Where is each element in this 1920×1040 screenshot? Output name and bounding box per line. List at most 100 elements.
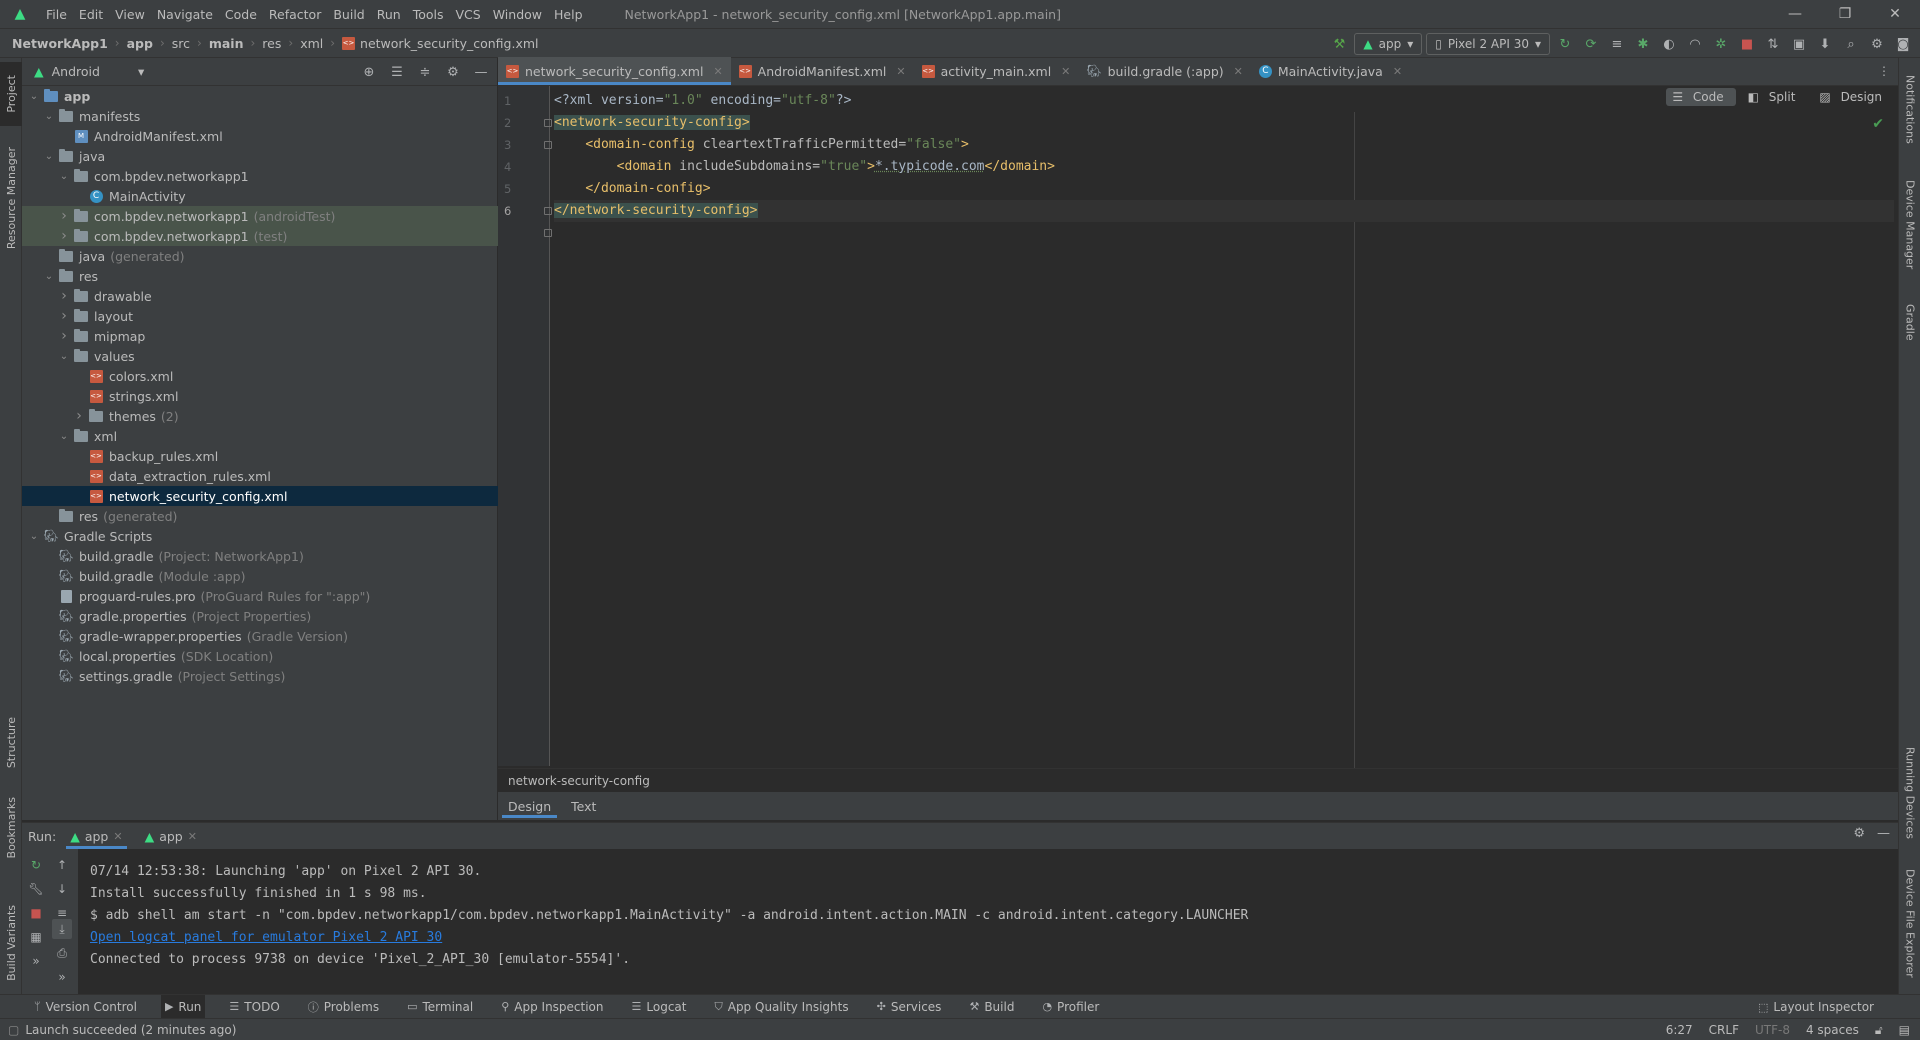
menu-code[interactable]: Code [219,7,263,22]
close-icon[interactable]: ✕ [1393,65,1402,78]
chevron-down-icon[interactable]: ⌄ [41,151,57,162]
editor-tab[interactable]: C MainActivity.java ✕ [1251,57,1410,85]
chevron-right-icon[interactable]: › [56,228,72,244]
chevron-down-icon[interactable]: ⌄ [41,111,57,122]
caret-position[interactable]: 6:27 [1666,1023,1693,1037]
close-icon[interactable]: ✕ [1061,65,1070,78]
tree-item[interactable]: ⌄ res [22,266,498,286]
tree-item[interactable]: 🐘︎ settings.gradle (Project Settings) [22,666,498,686]
more-tabs-icon[interactable]: ⋮ [1878,64,1890,78]
chevron-down-icon[interactable]: ⌄ [26,531,42,542]
account-icon[interactable]: ◙ [1892,33,1914,55]
menu-window[interactable]: Window [487,7,548,22]
sync-gradle-icon[interactable]: ⇅ [1762,33,1784,55]
scroll-to-end-icon[interactable]: ⤓ [52,919,72,939]
breadcrumb-src[interactable]: src [172,36,190,51]
xml-breadcrumb-item[interactable]: network-security-config [508,774,650,788]
scroll-down-icon[interactable]: ↓ [52,879,72,899]
device-select[interactable]: ▯ Pixel 2 API 30 ▾ [1426,33,1550,55]
chevron-right-icon[interactable]: › [56,208,72,224]
print-icon[interactable]: ⎙ [52,943,72,963]
breadcrumb-file[interactable]: <> network_security_config.xml [342,36,539,51]
tree-item[interactable]: 🐘︎ local.properties (SDK Location) [22,646,498,666]
editor-tab[interactable]: 🐘︎ build.gradle (:app) ✕ [1078,57,1250,85]
build-variants-tool-tab[interactable]: Build Variants [0,893,22,993]
menu-refactor[interactable]: Refactor [263,7,327,22]
terminal-tool[interactable]: ▭ Terminal [403,995,477,1019]
menu-vcs[interactable]: VCS [450,7,487,22]
tab-design[interactable]: Design [498,792,561,820]
close-icon[interactable]: ✕ [1234,65,1243,78]
breadcrumb-res[interactable]: res [262,36,281,51]
gear-icon[interactable]: ⚙ [1866,33,1888,55]
run-tab[interactable]: ▲ app ✕ [145,823,197,849]
tree-item[interactable]: ⌄ xml [22,426,498,446]
chevron-down-icon[interactable]: ⌄ [56,351,72,362]
chevron-right-icon[interactable]: › [71,408,87,424]
todo-tool[interactable]: ☰ TODO [225,995,283,1019]
project-view-select[interactable]: ▲ Android ▾ [34,64,144,79]
layout-inspector-tool[interactable]: ⬚ Layout Inspector [1754,995,1878,1019]
menu-help[interactable]: Help [548,7,589,22]
tree-item[interactable]: <> backup_rules.xml [22,446,498,466]
close-icon[interactable]: ✕ [713,65,722,78]
pin-icon[interactable]: » [26,951,46,971]
app-quality-insights-tool[interactable]: ⛉ App Quality Insights [710,995,852,1019]
close-icon[interactable]: ✕ [188,830,197,843]
tree-item[interactable]: 🐘︎ gradle-wrapper.properties (Gradle Versi… [22,626,498,646]
tree-item[interactable]: java (generated) [22,246,498,266]
more-icon[interactable]: » [52,967,72,987]
problems-tool[interactable]: ⓘ Problems [304,995,383,1019]
menu-edit[interactable]: Edit [73,7,109,22]
open-logcat-link[interactable]: Open logcat panel for emulator Pixel 2 A… [90,930,442,945]
status-message[interactable]: Launch succeeded (2 minutes ago) [25,1023,236,1037]
apply-code-changes-icon[interactable]: ≡ [1606,33,1628,55]
tree-item[interactable]: › com.bpdev.networkapp1 (test) [22,226,498,246]
profiler-tool[interactable]: ◔ Profiler [1038,995,1103,1019]
tree-item[interactable]: › themes (2) [22,406,498,426]
console-scrollbar[interactable] [1888,849,1898,995]
chevron-down-icon[interactable]: ⌄ [56,431,72,442]
chevron-down-icon[interactable]: ⌄ [56,171,72,182]
restore-window-icon[interactable]: ❐ [1820,0,1870,28]
stop-icon[interactable]: ■ [1736,33,1758,55]
run-tab[interactable]: ▲ app ✕ [66,823,127,849]
tree-item[interactable]: › drawable [22,286,498,306]
editor-tab[interactable]: <> network_security_config.xml ✕ [498,57,731,85]
debug-icon[interactable]: ✱ [1632,33,1654,55]
tree-item[interactable]: 🐘︎ build.gradle (Module :app) [22,566,498,586]
app-inspection-tool[interactable]: ⚲ App Inspection [497,995,607,1019]
breadcrumb-xml[interactable]: xml [300,36,323,51]
tree-item[interactable]: › mipmap [22,326,498,346]
fold-marker-icon[interactable] [544,141,552,149]
menu-file[interactable]: File [40,7,73,22]
tree-item[interactable]: <> data_extraction_rules.xml [22,466,498,486]
project-tool-tab[interactable]: Project [0,62,22,126]
gear-icon[interactable]: ⚙ [443,62,463,82]
notifications-tool-tab[interactable]: Notifications [1899,64,1920,154]
scroll-up-icon[interactable]: ↑ [52,855,72,875]
logcat-tool[interactable]: ☰ Logcat [628,995,691,1019]
resource-manager-tool-tab[interactable]: Resource Manager [0,138,22,258]
chevron-down-icon[interactable]: ⌄ [26,91,42,102]
search-icon[interactable]: ⌕ [1840,33,1862,55]
fold-marker-icon[interactable] [544,207,552,215]
tree-item[interactable]: ⌄ 🐘︎ Gradle Scripts [22,526,498,546]
coverage-icon[interactable]: ◐ [1658,33,1680,55]
file-encoding[interactable]: UTF-8 [1755,1023,1790,1037]
device-manager-tool-tab[interactable]: Device Manager [1899,170,1920,280]
editor-tab[interactable]: <> activity_main.xml ✕ [914,57,1079,85]
version-control-tool[interactable]: ᛘ Version Control [30,995,141,1019]
menu-run[interactable]: Run [371,7,407,22]
tree-item[interactable]: ⌄ app [22,86,498,106]
chevron-right-icon[interactable]: › [56,308,72,324]
collapse-all-icon[interactable]: ≑ [415,62,435,82]
chevron-right-icon[interactable]: › [56,288,72,304]
breadcrumb-module[interactable]: app [127,36,153,51]
rerun-icon[interactable]: ↻ [1554,33,1576,55]
tab-text[interactable]: Text [561,792,606,820]
tree-item[interactable]: M AndroidManifest.xml [22,126,498,146]
services-tool[interactable]: ✣ Services [873,995,946,1019]
run-configuration-select[interactable]: ▲ app ▾ [1354,33,1423,55]
tree-item[interactable]: ⌄ com.bpdev.networkapp1 [22,166,498,186]
